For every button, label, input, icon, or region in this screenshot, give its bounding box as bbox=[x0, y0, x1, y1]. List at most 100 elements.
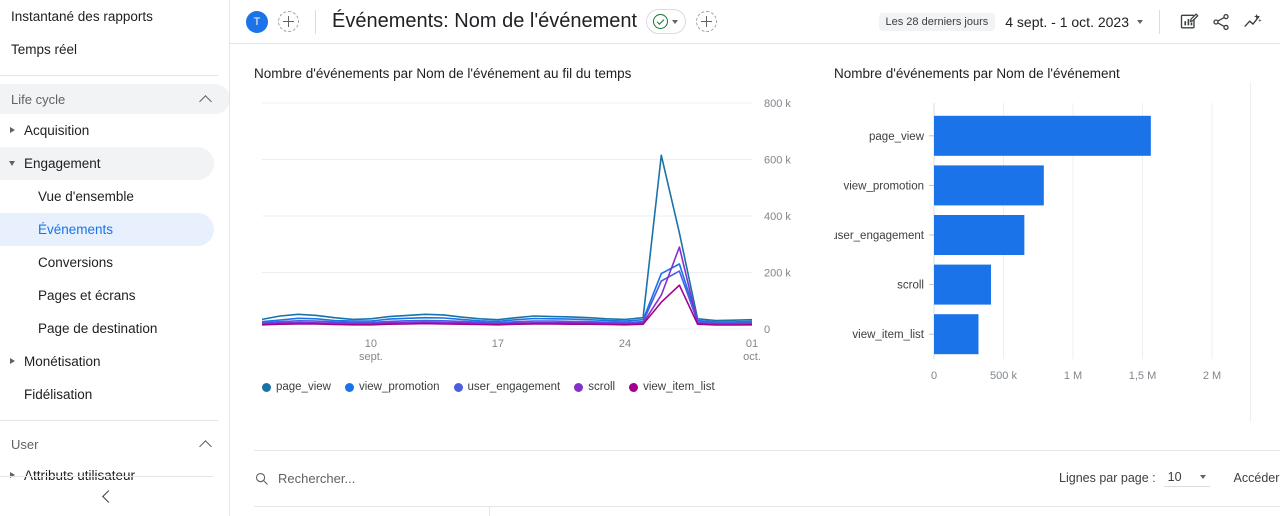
sidebar-divider bbox=[0, 75, 218, 76]
legend-item-view_item_list[interactable]: view_item_list bbox=[629, 381, 715, 393]
y-axis-tick-label: 800 k bbox=[764, 98, 791, 110]
rows-per-page-value: 10 bbox=[1167, 469, 1182, 484]
sidebar-item-conversions[interactable]: Conversions bbox=[0, 246, 214, 279]
x-axis-tick-label: 1,5 M bbox=[1129, 370, 1157, 382]
table-column-total-revenue[interactable]: Revenu total bbox=[1124, 507, 1280, 516]
bar-view_item_list[interactable] bbox=[934, 314, 979, 355]
edit-chart-icon[interactable] bbox=[1174, 7, 1204, 37]
sidebar: Instantané des rapports Temps réel Life … bbox=[0, 0, 230, 516]
plus-icon bbox=[701, 16, 713, 27]
sort-indicator[interactable] bbox=[490, 507, 510, 516]
bar-category-label: scroll bbox=[897, 280, 924, 292]
sidebar-item-realtime[interactable]: Temps réel bbox=[0, 33, 230, 66]
chevron-down-icon bbox=[1199, 474, 1206, 479]
share-icon[interactable] bbox=[1206, 7, 1236, 37]
topbar-actions: Les 28 derniers jours 4 sept. - 1 oct. 2… bbox=[878, 7, 1268, 37]
sidebar-section-user[interactable]: User bbox=[0, 429, 230, 459]
y-axis-tick-label: 600 k bbox=[764, 155, 791, 167]
chevron-down-icon[interactable] bbox=[1137, 19, 1143, 24]
sidebar-item-overview[interactable]: Vue d'ensemble bbox=[0, 180, 214, 213]
x-axis-tick-label: 1 M bbox=[1064, 370, 1082, 382]
bar-view_promotion[interactable] bbox=[934, 165, 1044, 206]
line-series-user_engagement bbox=[261, 270, 753, 324]
chevron-up-icon bbox=[201, 94, 212, 105]
sidebar-item-label: Monétisation bbox=[24, 354, 101, 369]
card-separator bbox=[1250, 82, 1251, 422]
sidebar-item-label: Engagement bbox=[24, 156, 101, 171]
table-column-total-users[interactable]: Nombre total d'utilisateurs bbox=[676, 507, 856, 516]
main-panel: T Événements: Nom de l'événement Les 28 … bbox=[230, 0, 1280, 516]
legend-color-dot bbox=[262, 382, 271, 392]
legend-item-scroll[interactable]: scroll bbox=[574, 381, 615, 393]
table-controls: Rechercher... Lignes par page : 10 Accéd… bbox=[254, 460, 1280, 496]
x-axis-tick-label: sept. bbox=[359, 351, 383, 363]
y-axis-tick-label: 0 bbox=[764, 324, 770, 336]
line-chart-card: Nombre d'événements par Nom de l'événeme… bbox=[254, 66, 814, 393]
sidebar-section-label: Life cycle bbox=[11, 91, 66, 107]
bar-chart-card: Nombre d'événements par Nom de l'événeme… bbox=[834, 66, 1254, 401]
bar-chart[interactable]: 0 500 k 1 M 1,5 M 2 M page_view view_promotion… bbox=[834, 81, 1254, 401]
sidebar-item-engagement[interactable]: Engagement bbox=[0, 147, 214, 180]
date-range-chip[interactable]: Les 28 derniers jours bbox=[878, 12, 996, 31]
avatar-initial: T bbox=[253, 15, 261, 28]
add-segment-button[interactable] bbox=[696, 11, 718, 32]
bar-scroll[interactable] bbox=[934, 264, 991, 305]
bar-page_view[interactable] bbox=[934, 115, 1151, 156]
table-column-events-per-user[interactable]: Nombre d'événements par utilisateur bbox=[856, 507, 1124, 516]
x-axis-tick-label: 0 bbox=[931, 370, 937, 382]
sidebar-section-life-cycle[interactable]: Life cycle bbox=[0, 84, 230, 114]
table-header: Nom de l'événement + Nombre d'événements bbox=[254, 506, 1280, 516]
x-axis-tick-label: 10 bbox=[365, 338, 377, 350]
bar-category-label: page_view bbox=[869, 131, 925, 143]
page-title: Événements: Nom de l'événement bbox=[332, 10, 638, 32]
sidebar-item-label: Vue d'ensemble bbox=[38, 189, 134, 204]
legend-color-dot bbox=[629, 382, 639, 392]
goto-page-label: Accéder à : bbox=[1233, 471, 1280, 485]
sidebar-item-retention[interactable]: Fidélisation bbox=[0, 378, 214, 411]
x-axis-tick-label: 01 bbox=[746, 338, 758, 350]
sidebar-item-label: Acquisition bbox=[24, 123, 90, 138]
rows-per-page-select[interactable]: 10 bbox=[1163, 469, 1210, 487]
avatar[interactable]: T bbox=[246, 10, 268, 33]
sidebar-item-label: Instantané des rapports bbox=[11, 9, 153, 24]
chevron-down-icon bbox=[672, 19, 679, 24]
search-input[interactable]: Rechercher... bbox=[254, 471, 774, 486]
legend-label: view_promotion bbox=[358, 381, 440, 393]
legend-color-dot bbox=[453, 382, 463, 392]
topbar: T Événements: Nom de l'événement Les 28 … bbox=[230, 0, 1280, 44]
search-placeholder: Rechercher... bbox=[278, 470, 356, 486]
bar-user_engagement[interactable] bbox=[934, 215, 1025, 255]
add-comparison-button[interactable] bbox=[278, 11, 299, 32]
status-badge[interactable] bbox=[646, 9, 687, 34]
sidebar-item-reports-snapshot[interactable]: Instantané des rapports bbox=[0, 0, 230, 33]
topbar-divider bbox=[315, 9, 316, 34]
table-top-divider bbox=[254, 450, 1280, 451]
sidebar-item-monetisation[interactable]: Monétisation bbox=[0, 345, 214, 378]
legend-item-user_engagement[interactable]: user_engagement bbox=[453, 381, 561, 393]
table-column-event-count[interactable]: Nombre d'événements bbox=[510, 507, 676, 516]
rows-per-page-label: Lignes par page : bbox=[1059, 471, 1156, 485]
line-chart-legend: page_view view_promotion user_engagement sc… bbox=[254, 381, 814, 393]
date-range-text[interactable]: 4 sept. - 1 oct. 2023 bbox=[1005, 14, 1129, 30]
line-chart-title: Nombre d'événements par Nom de l'événeme… bbox=[254, 66, 632, 81]
sidebar-divider-2 bbox=[0, 420, 218, 421]
bar-category-label: user_engagement bbox=[834, 230, 925, 242]
sidebar-item-landing-page[interactable]: Page de destination bbox=[0, 312, 214, 345]
x-axis-tick-label: 500 k bbox=[990, 370, 1017, 382]
sidebar-item-label: Fidélisation bbox=[24, 387, 93, 402]
table-column-event-name[interactable]: Nom de l'événement + bbox=[254, 507, 490, 516]
sidebar-item-pages-and-screens[interactable]: Pages et écrans bbox=[0, 279, 214, 312]
chevron-left-icon[interactable] bbox=[100, 490, 114, 504]
legend-color-dot bbox=[574, 382, 584, 392]
legend-item-view_promotion[interactable]: view_promotion bbox=[344, 381, 440, 393]
plus-icon bbox=[283, 16, 294, 27]
legend-item-page_view[interactable]: page_view bbox=[262, 381, 331, 393]
insights-icon[interactable] bbox=[1238, 7, 1268, 37]
line-chart[interactable]: 0 200 k 400 k 600 k 800 k 10sept. 17 24 01oct. bbox=[254, 81, 814, 371]
sidebar-item-label: Page de destination bbox=[38, 321, 158, 336]
chevron-up-icon bbox=[201, 439, 212, 450]
sidebar-item-acquisition[interactable]: Acquisition bbox=[0, 114, 214, 147]
legend-label: user_engagement bbox=[467, 381, 561, 393]
legend-label: view_item_list bbox=[643, 381, 715, 393]
sidebar-item-events[interactable]: Événements bbox=[0, 213, 214, 246]
